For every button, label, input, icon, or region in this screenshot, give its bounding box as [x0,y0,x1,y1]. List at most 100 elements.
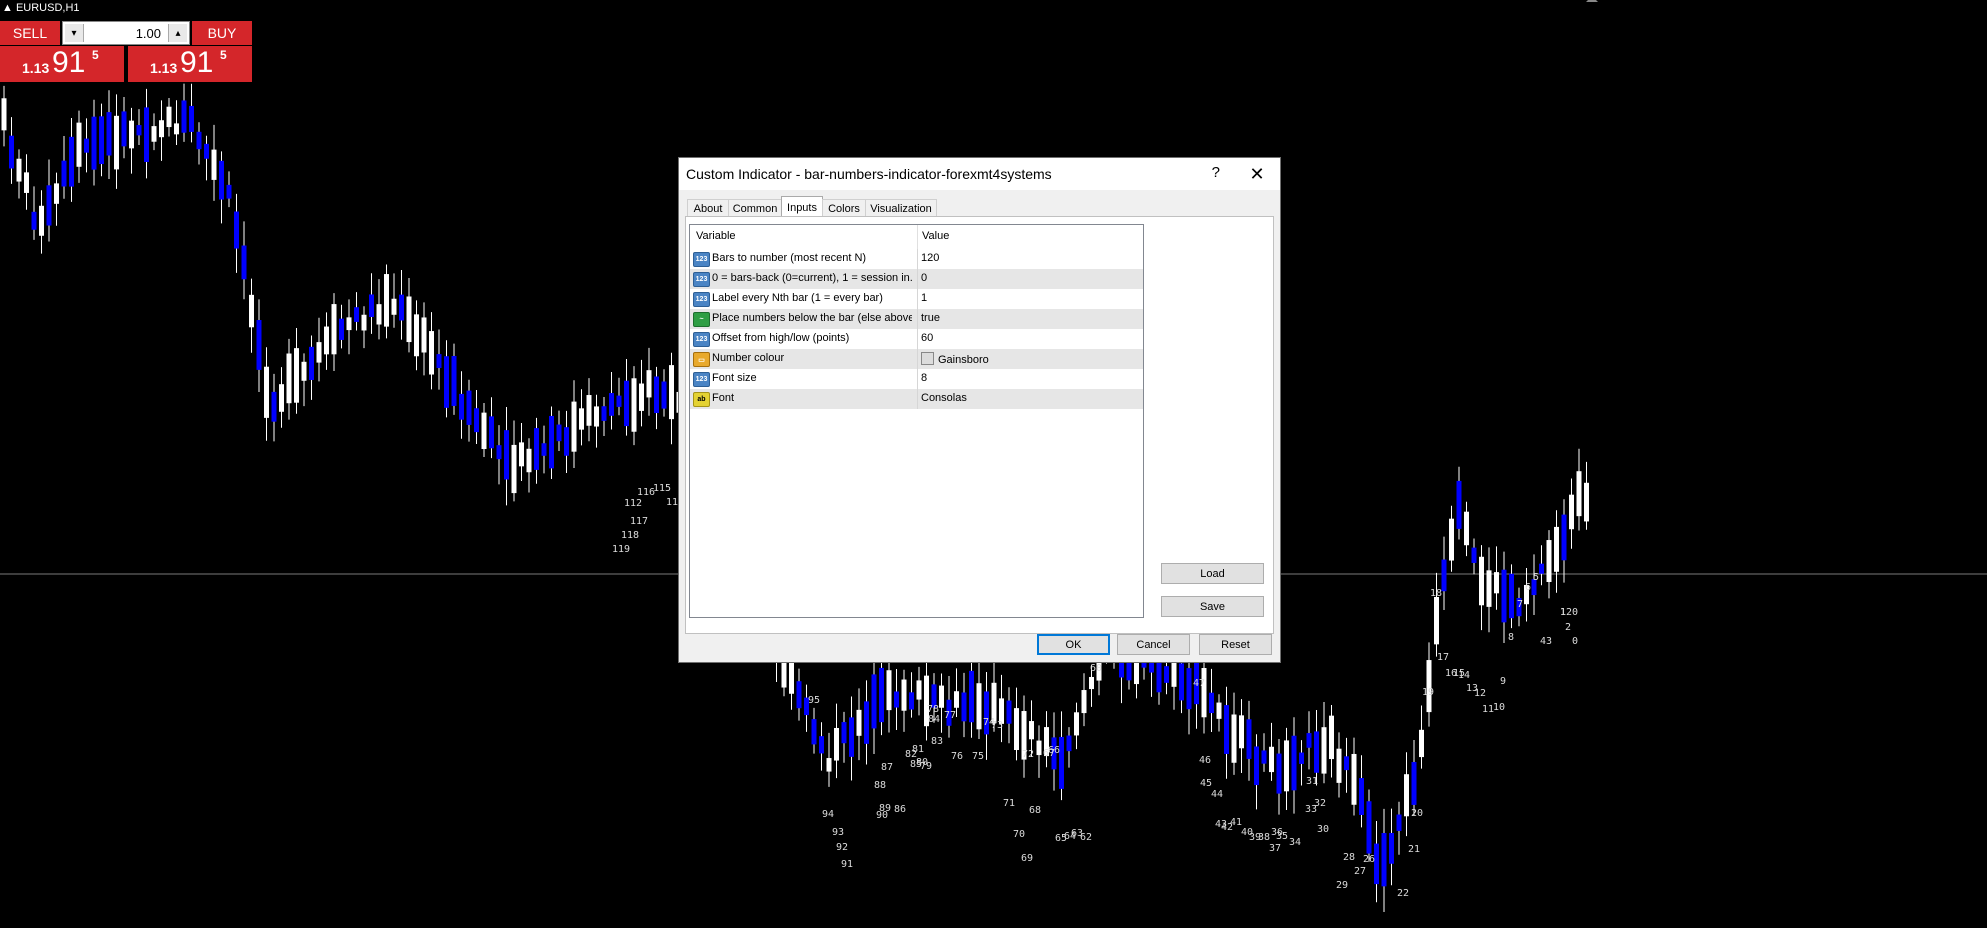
input-value[interactable]: 120 [921,252,939,264]
input-variable-name: Offset from high/low (points) [712,332,850,344]
column-header-value[interactable]: Value [922,230,949,242]
bearish-candle [46,185,52,226]
bullish-candle [361,314,367,331]
bar-number-label: 60 [1090,663,1102,674]
bullish-candle [1074,712,1079,736]
tab-visualization[interactable]: Visualization [865,199,937,217]
bullish-candle [286,353,292,404]
bullish-candle [1336,748,1342,783]
bearish-candle [1539,563,1544,574]
bar-number-label: 86 [894,804,906,815]
chart-symbol-label: ▲ EURUSD,H1 [2,2,80,14]
bearish-candle [541,443,547,456]
close-icon[interactable]: ✕ [1240,161,1274,187]
bar-number-label: 5 [1533,572,1539,583]
bearish-candle [196,131,202,150]
help-icon[interactable]: ? [1212,164,1220,181]
input-value[interactable]: true [921,312,940,324]
bearish-candle [624,380,629,427]
bearish-candle [1261,750,1267,764]
input-value[interactable]: Consolas [921,392,967,404]
bullish-candle [249,294,254,328]
volume-down-icon[interactable]: ▾ [65,24,84,42]
bullish-candle [166,106,172,128]
bullish-candle [331,304,337,355]
bearish-candle [339,318,344,340]
input-row[interactable]: 123 0 = bars-back (0=current), 1 = sessio… [690,269,1143,289]
bullish-candle [571,401,577,452]
input-row[interactable]: ab Font Consolas [690,389,1143,409]
bar-number-label: 13 [1466,683,1478,694]
bullish-candle [1351,753,1357,805]
number-type-icon: 123 [693,272,710,287]
bullish-candle [1014,708,1019,751]
cancel-button[interactable]: Cancel [1117,634,1190,655]
bullish-candle [1434,596,1439,645]
input-row[interactable]: ▭ Number colour Gainsboro [690,349,1143,369]
bar-number-label: 112 [624,498,642,509]
column-header-variable[interactable]: Variable [696,230,736,242]
bar-number-label: 116 [637,487,655,498]
buy-price-button[interactable]: 1.13 91 5 [128,46,252,82]
input-row[interactable]: 123 Offset from high/low (points) 60 [690,329,1143,349]
tab-colors[interactable]: Colors [822,199,866,217]
bar-number-label: 45 [1200,778,1212,789]
dialog-titlebar[interactable]: Custom Indicator - bar-numbers-indicator… [679,158,1280,190]
bearish-candle [1411,762,1417,805]
load-button[interactable]: Load [1161,563,1264,584]
bearish-candle [91,116,97,170]
buy-button[interactable]: BUY [192,21,252,45]
bullish-candle [421,317,427,353]
bearish-candle [271,391,277,422]
bullish-candle [1089,676,1094,690]
bullish-candle [1216,702,1222,719]
cell-divider [917,389,918,409]
bar-number-label: 77 [944,710,956,721]
input-row[interactable]: 123 Font size 8 [690,369,1143,389]
input-value[interactable]: 60 [921,332,933,344]
volume-value[interactable]: 1.00 [136,26,161,41]
bearish-candle [601,406,607,421]
bullish-candle [1321,727,1327,774]
bearish-candle [609,393,614,416]
reset-button[interactable]: Reset [1199,634,1272,655]
bullish-candle [579,408,584,430]
cell-divider [917,249,918,269]
bearish-candle [451,355,457,406]
bar-number-label: 93 [832,827,844,838]
input-value[interactable]: 1 [921,292,927,304]
tab-about[interactable]: About [687,199,729,217]
bar-number-label: 87 [881,762,893,773]
input-value[interactable]: 8 [921,372,927,384]
bearish-candle [61,160,67,187]
bearish-candle [1246,719,1252,759]
save-button[interactable]: Save [1161,596,1264,617]
bearish-candle [1471,547,1477,563]
bearish-candle [354,307,359,322]
bullish-candle [1029,721,1034,740]
volume-field[interactable]: ▾ 1.00 ▴ [62,21,190,45]
input-row[interactable]: 123 Label every Nth bar (1 = every bar) 1 [690,289,1143,309]
input-value[interactable]: Gainsboro [921,352,989,366]
ok-button[interactable]: OK [1037,634,1110,655]
bullish-candle [16,158,22,182]
bar-number-label: 118 [621,530,639,541]
bar-number-label: 27 [1354,866,1366,877]
volume-up-icon[interactable]: ▴ [168,24,187,42]
sell-button[interactable]: SELL [0,21,60,45]
tab-inputs[interactable]: Inputs [781,196,823,218]
bearish-candle [894,691,899,708]
column-divider[interactable] [917,225,918,249]
input-row[interactable]: ~ Place numbers below the bar (else above… [690,309,1143,329]
bullish-candle [939,685,944,708]
bearish-candle [796,681,802,709]
tab-common[interactable]: Common [728,199,782,217]
bar-number-label: 16 [1445,668,1457,679]
input-value[interactable]: 0 [921,272,927,284]
bearish-candle [864,701,869,744]
input-row[interactable]: 123 Bars to number (most recent N) 120 [690,249,1143,269]
bearish-candle [496,445,502,460]
sell-price-button[interactable]: 1.13 91 5 [0,46,124,82]
bullish-candle [586,395,592,426]
bearish-candle [121,111,127,147]
